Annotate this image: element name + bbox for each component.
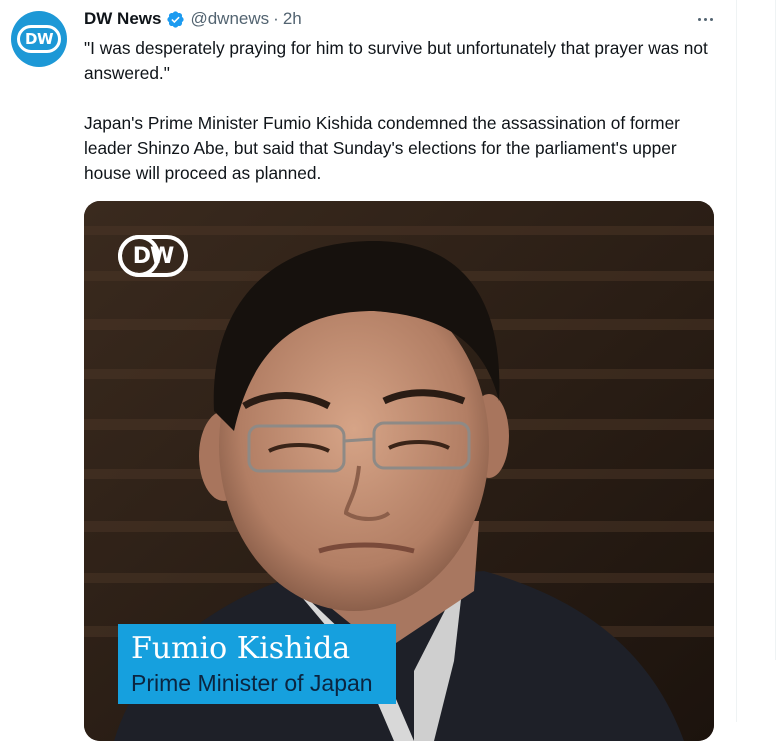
tweet-timestamp[interactable]: 2h [283,9,302,29]
dw-watermark-logo: DW [118,235,188,277]
verified-badge-icon [167,10,185,28]
right-sidebar-edge [737,0,778,722]
avatar-logo-text: DW [25,30,54,48]
more-options-icon[interactable] [690,8,720,30]
caption-title: Prime Minister of Japan [131,670,373,696]
tweet-header: DW News @dwnews · 2h [84,8,302,30]
tweet-quote-paragraph: "I was desperately praying for him to su… [84,38,708,83]
header-separator: · [273,9,279,28]
author-avatar[interactable]: DW [11,11,67,67]
dw-logo: DW [17,25,61,53]
author-handle[interactable]: @dwnews [190,9,269,29]
tweet-text: "I was desperately praying for him to su… [84,36,724,186]
video-caption-lower-third: Fumio Kishida Prime Minister of Japan [118,624,396,704]
tweet-media-video[interactable]: DW Fumio Kishida Prime Minister of Japan [84,201,714,741]
dw-watermark-text: DW [132,243,175,269]
tweet-card[interactable]: DW DW News @dwnews · 2h "I was desperate… [0,0,737,741]
caption-name: Fumio Kishida [131,631,351,666]
author-name[interactable]: DW News [84,9,161,29]
tweet-body-paragraph: Japan's Prime Minister Fumio Kishida con… [84,113,680,183]
